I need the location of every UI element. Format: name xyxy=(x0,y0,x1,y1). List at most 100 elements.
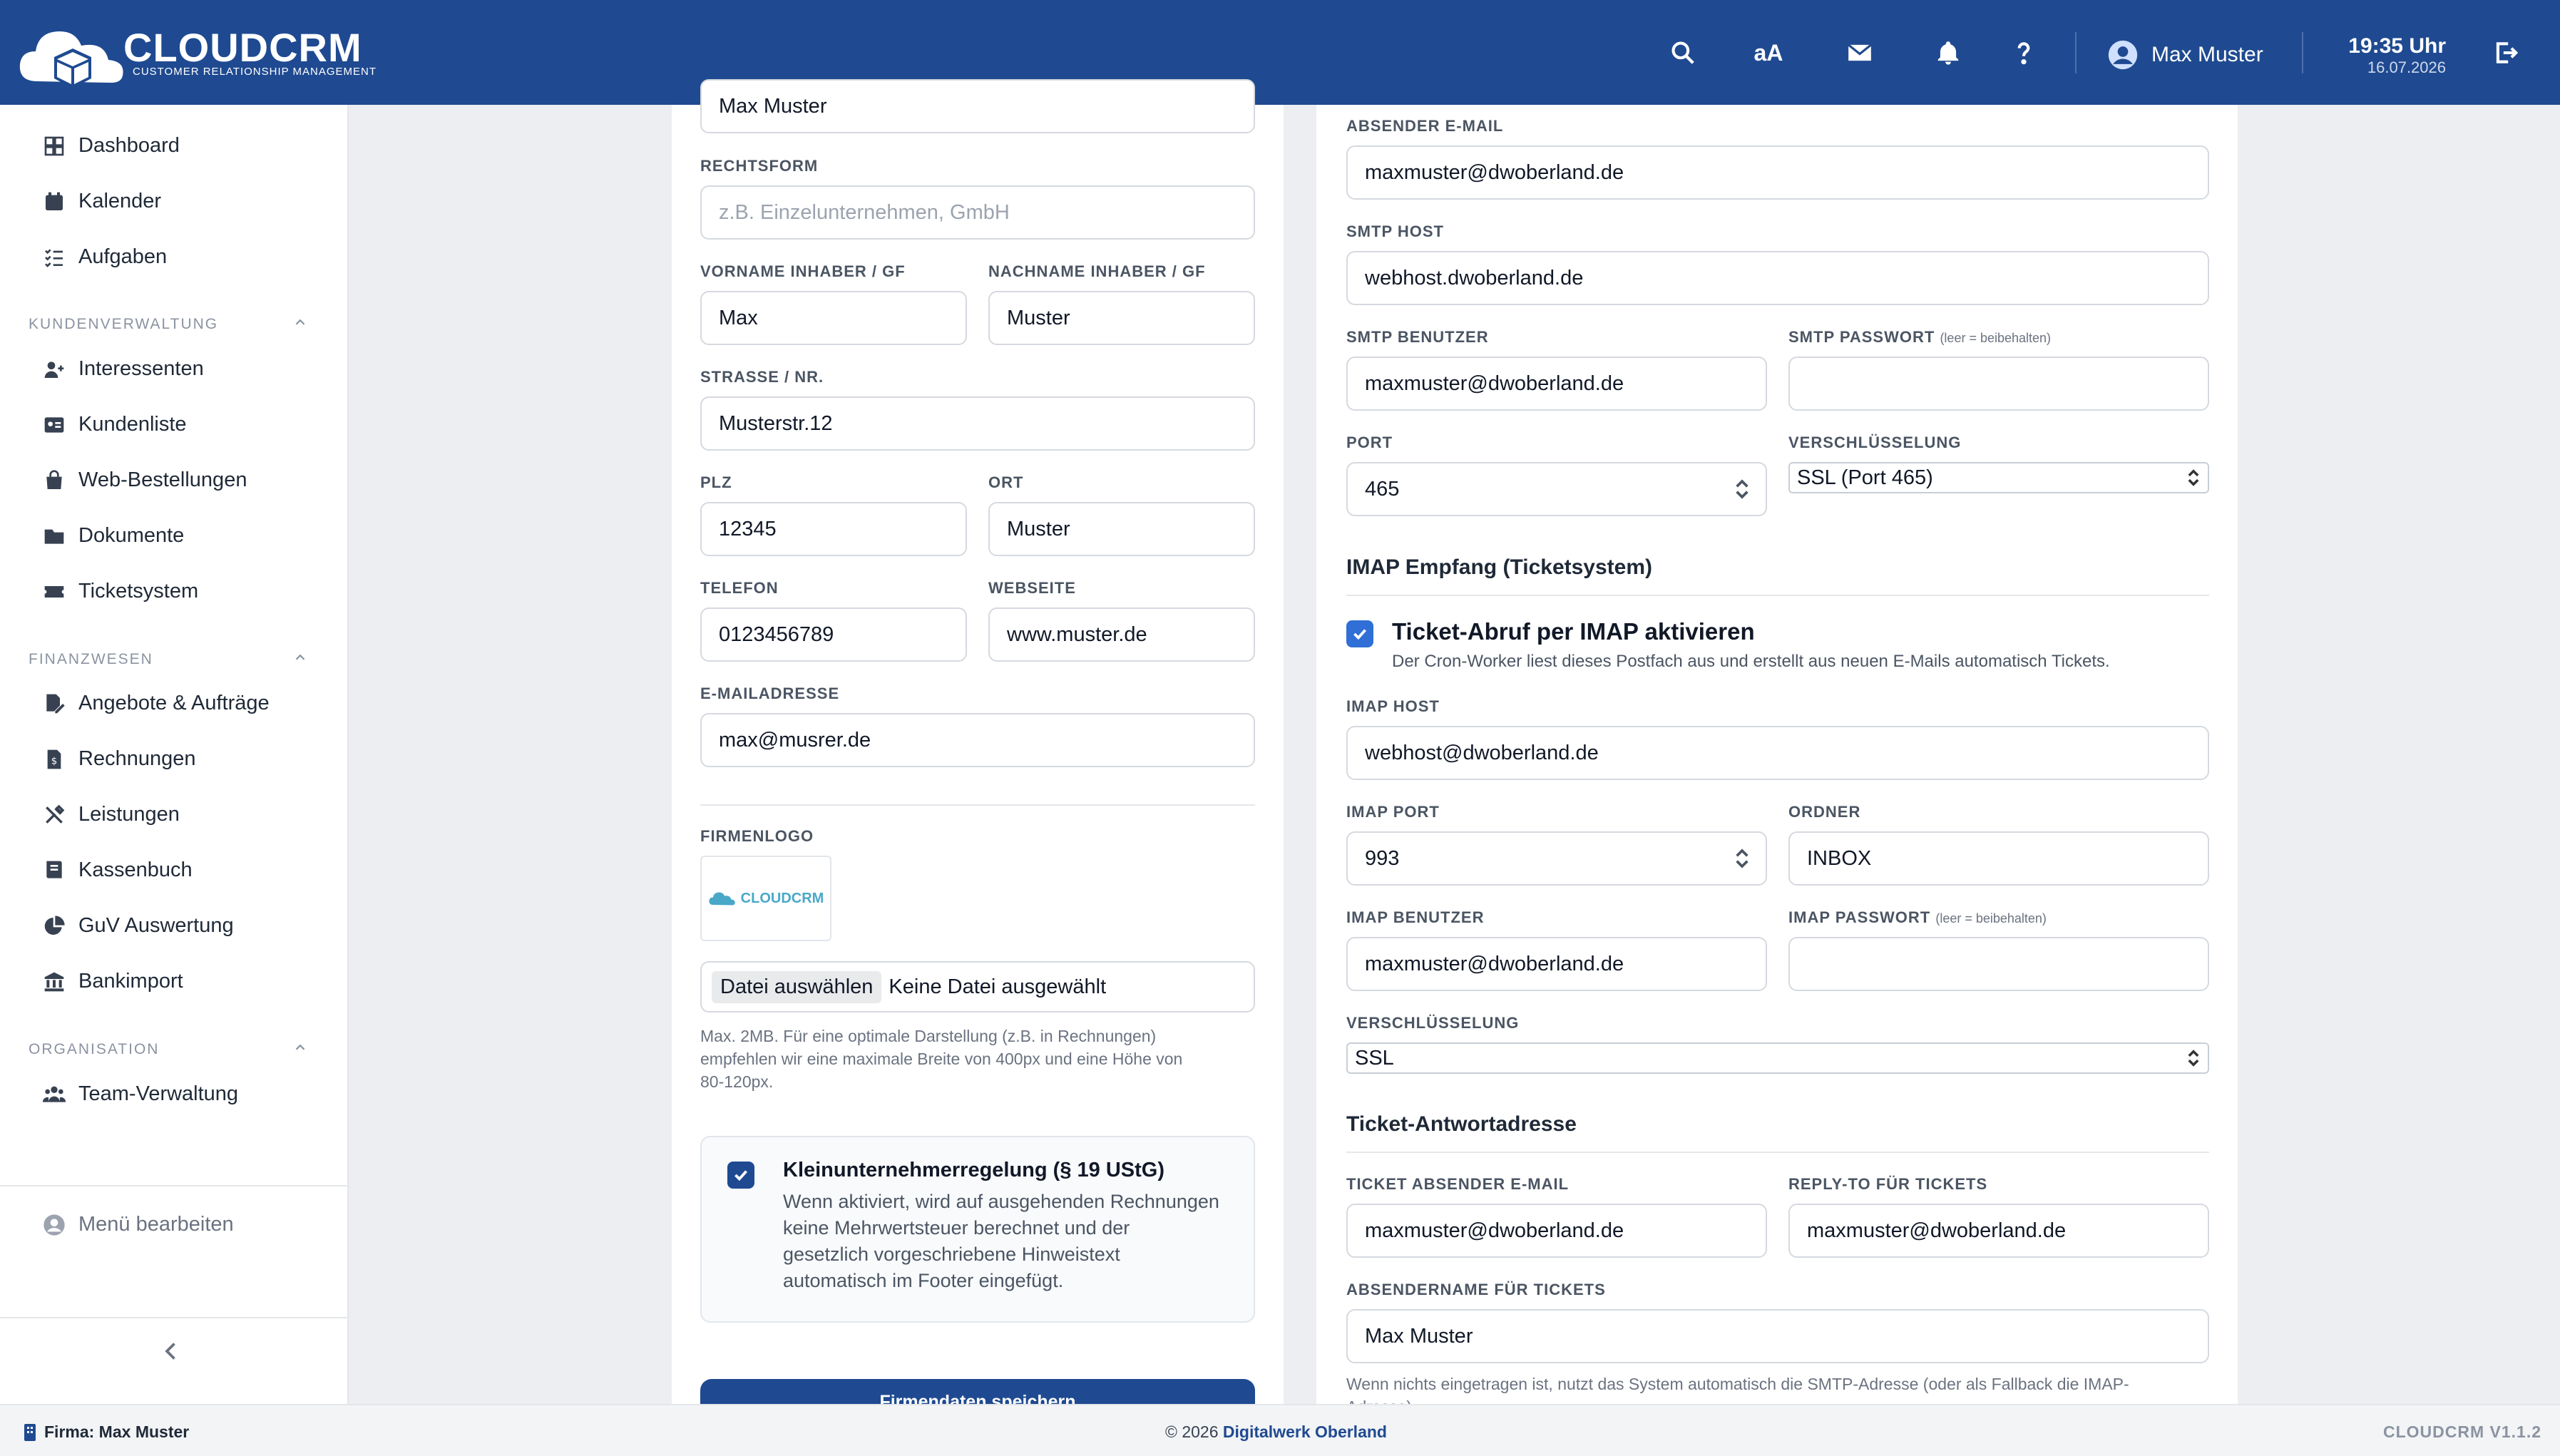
mail-icon[interactable] xyxy=(1843,36,1877,70)
tools-icon xyxy=(46,804,65,824)
absendername-input[interactable]: Max Muster xyxy=(1346,1309,2209,1363)
imap-enable-label: Ticket-Abruf per IMAP aktivieren xyxy=(1392,618,1755,645)
verschluesselung-select[interactable]: SSL (Port 465) xyxy=(1788,462,2209,493)
sidebar-item-label: Angebote & Aufträge xyxy=(78,692,270,714)
cloud-logo-icon[interactable] xyxy=(16,20,130,91)
sidebar-item-guv[interactable]: GuV Auswertung xyxy=(43,914,234,938)
sidebar-item-label: Team-Verwaltung xyxy=(78,1082,239,1105)
chevron-left-icon[interactable] xyxy=(158,1338,184,1364)
imap-password-input[interactable] xyxy=(1788,937,2209,991)
sidebar-item-label: Ticketsystem xyxy=(78,580,199,603)
telefon-label: TELEFON xyxy=(700,579,779,597)
imap-port-input[interactable]: 993 xyxy=(1346,831,1767,886)
email-label: E-MAILADRESSE xyxy=(700,685,840,702)
vorname-input[interactable]: Max xyxy=(700,291,967,345)
logo-preview: CLOUDCRM xyxy=(700,856,831,941)
sidebar-item-label: GuV Auswertung xyxy=(78,914,234,937)
port-input[interactable]: 465 xyxy=(1346,462,1767,516)
footer-version: CLOUDCRM V1.1.2 xyxy=(2383,1422,2542,1441)
select-value: SSL xyxy=(1355,1046,1394,1070)
section-organisation[interactable]: ORGANISATION xyxy=(29,1041,314,1058)
imap-verschluesselung-select[interactable]: SSL xyxy=(1346,1042,2209,1074)
imap-user-label: IMAP BENUTZER xyxy=(1346,908,1485,926)
logo-preview-text: CLOUDCRM xyxy=(740,890,824,906)
file-status: Keine Datei ausgewählt xyxy=(889,975,1107,998)
imap-password-label: IMAP PASSWORT (leer = beibehalten) xyxy=(1788,908,2047,927)
ort-input[interactable]: Muster xyxy=(988,502,1255,556)
folder-icon xyxy=(44,529,64,544)
copyright-text: © 2026 xyxy=(1165,1422,1219,1441)
sidebar-item-kassenbuch[interactable]: Kassenbuch xyxy=(43,858,193,882)
email-settings-card: ABSENDER E-MAIL maxmuster@dwoberland.de … xyxy=(1316,105,2238,1416)
sidebar-item-ticketsystem[interactable]: Ticketsystem xyxy=(43,580,198,603)
ordner-label: ORDNER xyxy=(1788,803,1861,821)
sidebar-item-aufgaben[interactable]: Aufgaben xyxy=(43,245,167,269)
brand-name: CLOUDCRM xyxy=(123,25,362,70)
brand-subtitle: CUSTOMER RELATIONSHIP MANAGEMENT xyxy=(133,66,377,78)
file-choose-button[interactable]: Datei auswählen xyxy=(712,970,882,1003)
sidebar-item-interessenten[interactable]: Interessenten xyxy=(43,357,204,381)
section-kundenverwaltung[interactable]: KUNDENVERWALTUNG xyxy=(29,316,314,333)
sidebar-item-dokumente[interactable]: Dokumente xyxy=(43,524,184,548)
reply-to-input[interactable]: maxmuster@dwoberland.de xyxy=(1788,1204,2209,1258)
user-avatar-icon xyxy=(2108,40,2138,70)
sidebar-item-web-bestellungen[interactable]: Web-Bestellungen xyxy=(43,468,247,492)
spinner-icon[interactable] xyxy=(1734,846,1750,871)
sidebar-item-label: Kassenbuch xyxy=(78,858,193,881)
strasse-input[interactable]: Musterstr.12 xyxy=(700,396,1255,451)
divider xyxy=(1346,1152,2209,1153)
chevron-up-icon xyxy=(295,654,305,660)
footer-company-link[interactable]: Digitalwerk Oberland xyxy=(1223,1422,1387,1441)
search-icon[interactable] xyxy=(1666,36,1700,70)
smtp-host-input[interactable]: webhost.dwoberland.de xyxy=(1346,251,2209,305)
sidebar-item-kundenliste[interactable]: Kundenliste xyxy=(43,413,187,436)
telefon-input[interactable]: 0123456789 xyxy=(700,607,967,662)
smtp-user-input[interactable]: maxmuster@dwoberland.de xyxy=(1346,357,1767,411)
absender-input[interactable]: maxmuster@dwoberland.de xyxy=(1346,145,2209,200)
imap-enable-checkbox[interactable] xyxy=(1346,620,1373,647)
sidebar-item-bankimport[interactable]: Bankimport xyxy=(43,970,183,993)
kleinunternehmer-checkbox[interactable] xyxy=(727,1162,754,1189)
sidebar-item-team-verwaltung[interactable]: Team-Verwaltung xyxy=(43,1082,238,1106)
logout-icon[interactable] xyxy=(2489,36,2523,70)
topbar-divider xyxy=(2075,32,2077,73)
file-input[interactable]: Datei auswählen Keine Datei ausgewählt xyxy=(700,961,1255,1012)
sidebar-item-leistungen[interactable]: Leistungen xyxy=(43,803,180,826)
plz-input[interactable]: 12345 xyxy=(700,502,967,556)
imap-user-input[interactable]: maxmuster@dwoberland.de xyxy=(1346,937,1767,991)
ticket-absender-input[interactable]: maxmuster@dwoberland.de xyxy=(1346,1204,1767,1258)
footer-company-label: Firma: Max Muster xyxy=(44,1422,190,1441)
sidebar-item-rechnungen[interactable]: $ Rechnungen xyxy=(43,747,195,771)
invoice-icon: $ xyxy=(47,749,61,769)
ort-label: ORT xyxy=(988,473,1024,491)
sidebar-item-kalender[interactable]: Kalender xyxy=(43,190,161,213)
checkmark-icon xyxy=(1353,629,1366,640)
imap-host-input[interactable]: webhost@dwoberland.de xyxy=(1346,726,2209,780)
font-size-toggle[interactable]: aA xyxy=(1751,36,1786,70)
port-value: 465 xyxy=(1365,477,1400,501)
kleinunternehmer-title: Kleinunternehmerregelung (§ 19 UStG) xyxy=(783,1159,1164,1181)
company-name-input[interactable]: Max Muster xyxy=(700,79,1255,133)
menu-edit-button[interactable]: Menü bearbeiten xyxy=(43,1213,234,1236)
user-menu[interactable]: Max Muster xyxy=(2107,39,2263,71)
imap-verschluesselung-label: VERSCHLÜSSELUNG xyxy=(1346,1014,1520,1032)
section-title: ORGANISATION xyxy=(29,1041,160,1057)
sidebar-item-dashboard[interactable]: Dashboard xyxy=(43,134,180,158)
bell-icon[interactable] xyxy=(1931,36,1965,70)
help-icon[interactable] xyxy=(2007,36,2041,70)
rechtsform-input[interactable]: z.B. Einzelunternehmen, GmbH xyxy=(700,185,1255,240)
smtp-password-input[interactable] xyxy=(1788,357,2209,411)
clock-date: 16.07.2026 xyxy=(2367,58,2446,76)
sidebar-item-label: Web-Bestellungen xyxy=(78,468,247,491)
imap-port-label: IMAP PORT xyxy=(1346,803,1440,821)
spinner-icon[interactable] xyxy=(1734,477,1750,501)
port-label: PORT xyxy=(1346,434,1393,451)
section-finanzwesen[interactable]: FINANZWESEN xyxy=(29,651,314,668)
ordner-input[interactable]: INBOX xyxy=(1788,831,2209,886)
nachname-input[interactable]: Muster xyxy=(988,291,1255,345)
user-name: Max Muster xyxy=(2151,43,2263,66)
users-icon xyxy=(43,1086,66,1102)
webseite-input[interactable]: www.muster.de xyxy=(988,607,1255,662)
sidebar-item-angebote[interactable]: Angebote & Aufträge xyxy=(43,692,270,715)
email-input[interactable]: max@musrer.de xyxy=(700,713,1255,767)
